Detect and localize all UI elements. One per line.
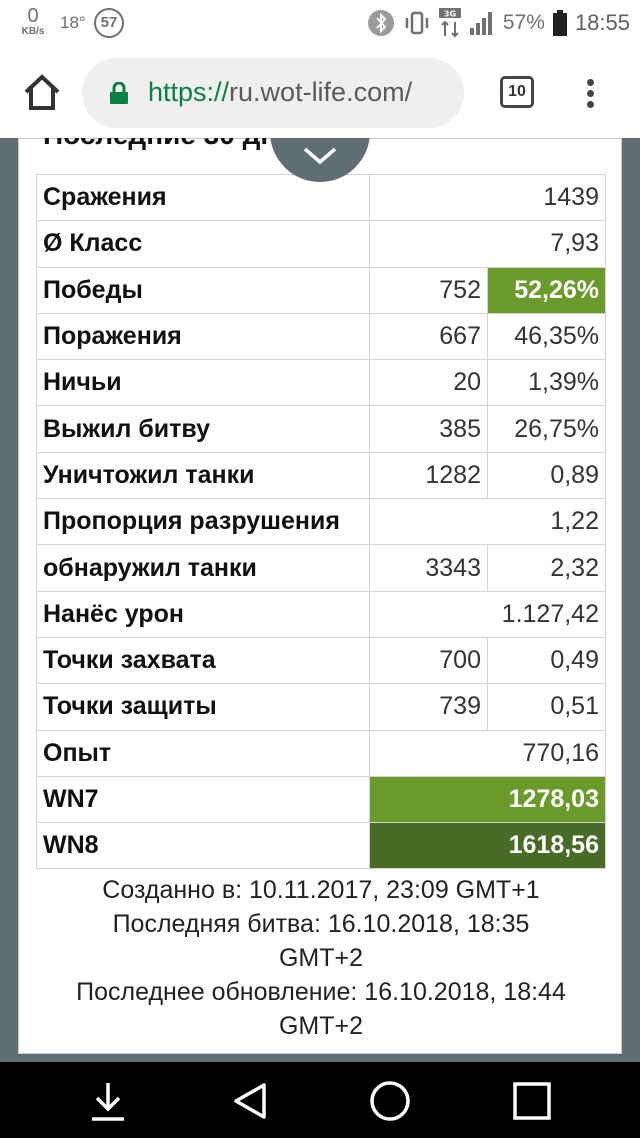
temperature: 18° xyxy=(60,13,86,32)
stat-value: 770,16 xyxy=(369,729,606,777)
stat-percent: 0,51 xyxy=(487,683,606,731)
stat-percent: 46,35% xyxy=(487,312,606,361)
network-3g-icon: 3G xyxy=(438,8,461,38)
table-row: WN7 1278,03 xyxy=(36,775,606,824)
stat-label: WN7 xyxy=(36,775,370,824)
last-update-timezone: GMT+2 xyxy=(278,1012,364,1040)
system-nav-bar xyxy=(0,1062,640,1138)
clock: 18:55 xyxy=(574,10,630,35)
table-row: Точки захвата 700 0,49 xyxy=(36,636,606,685)
stat-value: 1278,03 xyxy=(369,775,606,824)
more-vert-icon[interactable] xyxy=(580,76,600,112)
table-row: WN8 1618,56 xyxy=(36,822,606,870)
last-battle-date: Последняя битва: 16.10.2018, 18:35 xyxy=(112,910,530,938)
stat-label: Нанёс урон xyxy=(36,590,370,638)
created-date: Созданно в: 10.11.2017, 23:09 GMT+1 xyxy=(102,876,540,904)
address-bar[interactable]: https://ru.wot-life.com/ xyxy=(82,58,464,128)
stat-label: Ничьи xyxy=(36,359,370,407)
stat-count: 667 xyxy=(369,312,488,361)
url-host: ru.wot-life.com/ xyxy=(229,77,413,107)
browser-toolbar: https://ru.wot-life.com/ 10 xyxy=(0,46,640,138)
bluetooth-icon xyxy=(367,10,394,36)
stat-label: Победы xyxy=(36,266,370,314)
last-battle-timezone: GMT+2 xyxy=(278,944,364,972)
player-timestamps: Созданно в: 10.11.2017, 23:09 GMT+1 Посл… xyxy=(19,873,623,1043)
stats-table: Сражения 1439 Ø Класс 7,93 Победы 752 52,26% По… xyxy=(36,173,606,870)
network-speed-unit: KB/s xyxy=(21,26,45,37)
stat-count: 3343 xyxy=(369,544,488,592)
table-row: Пропорция разрушения 1,22 xyxy=(36,498,606,546)
svg-text:3G: 3G xyxy=(444,10,456,19)
table-row: Опыт 770,16 xyxy=(36,729,606,777)
chevron-down-icon xyxy=(303,147,337,165)
keyboard-hide-icon[interactable] xyxy=(86,1079,130,1123)
vibrate-icon xyxy=(405,11,429,35)
stat-percent: 0,89 xyxy=(487,451,606,500)
signal-icon xyxy=(469,12,492,35)
stat-label: Уничтожил танки xyxy=(36,451,370,500)
stat-count: 752 xyxy=(369,266,488,314)
table-row: Уничтожил танки 1282 0,89 xyxy=(36,451,606,500)
stat-count: 20 xyxy=(369,359,488,407)
table-row: Поражения 667 46,35% xyxy=(36,312,606,361)
stat-label: Точки защиты xyxy=(36,683,370,731)
page-content[interactable]: Последние 30 дней Сражения1439Ø Класс7,9… xyxy=(0,138,640,1062)
tab-switcher-button[interactable]: 10 xyxy=(500,76,534,108)
table-row: Выжил битву 385 26,75% xyxy=(36,405,606,453)
stat-value: 7,93 xyxy=(369,220,606,268)
lock-icon xyxy=(110,82,128,104)
stat-percent: 26,75% xyxy=(487,405,606,453)
stat-percent: 2,32 xyxy=(487,544,606,592)
notification-count-badge: 57 xyxy=(94,8,124,38)
table-row: обнаружил танки 3343 2,32 xyxy=(36,544,606,592)
stat-count: 385 xyxy=(369,405,488,453)
table-row: Точки защиты 739 0,51 xyxy=(36,683,606,731)
stat-value: 1439 xyxy=(369,173,606,222)
stat-percent: 1,39% xyxy=(487,359,606,407)
stat-label: Точки захвата xyxy=(36,636,370,685)
table-row: Ничьи 20 1,39% xyxy=(36,359,606,407)
network-speed-value: 0 xyxy=(27,5,39,27)
stat-label: WN8 xyxy=(36,822,370,870)
battery-icon xyxy=(552,10,567,36)
stat-value: 1,22 xyxy=(369,498,606,546)
stat-count: 739 xyxy=(369,683,488,731)
table-row: Ø Класс 7,93 xyxy=(36,220,606,268)
stat-value: 1618,56 xyxy=(369,822,606,870)
stat-label: Опыт xyxy=(36,729,370,777)
home-icon[interactable] xyxy=(20,70,64,114)
status-icons: 3G 57% 18:55 xyxy=(367,8,630,38)
home-circle-icon[interactable] xyxy=(368,1079,412,1123)
table-row: Победы 752 52,26% xyxy=(36,266,606,314)
stat-value: 1.127,42 xyxy=(369,590,606,638)
url-text: https://ru.wot-life.com/ xyxy=(148,77,412,108)
recents-square-icon[interactable] xyxy=(510,1079,554,1123)
url-scheme: https:// xyxy=(148,77,230,107)
stat-label: Поражения xyxy=(36,312,370,361)
stats-card: Последние 30 дней Сражения1439Ø Класс7,9… xyxy=(18,138,622,1054)
status-bar: 0 KB/s 18° 57 3G 57% 18:55 xyxy=(0,0,640,46)
stat-label: Ø Класс xyxy=(36,220,370,268)
stat-count: 700 xyxy=(369,636,488,685)
stat-label: Выжил битву xyxy=(36,405,370,453)
stat-count: 1282 xyxy=(369,451,488,500)
last-update-date: Последнее обновление: 16.10.2018, 18:44 xyxy=(76,978,566,1006)
table-row: Нанёс урон 1.127,42 xyxy=(36,590,606,638)
stat-percent: 0,49 xyxy=(487,636,606,685)
stat-percent: 52,26% xyxy=(487,266,606,314)
stat-label: обнаружил танки xyxy=(36,544,370,592)
back-triangle-icon[interactable] xyxy=(228,1079,272,1123)
stat-label: Пропорция разрушения xyxy=(36,498,370,546)
network-speed: 0 KB/s xyxy=(16,6,50,37)
battery-percent: 57% xyxy=(502,11,545,34)
